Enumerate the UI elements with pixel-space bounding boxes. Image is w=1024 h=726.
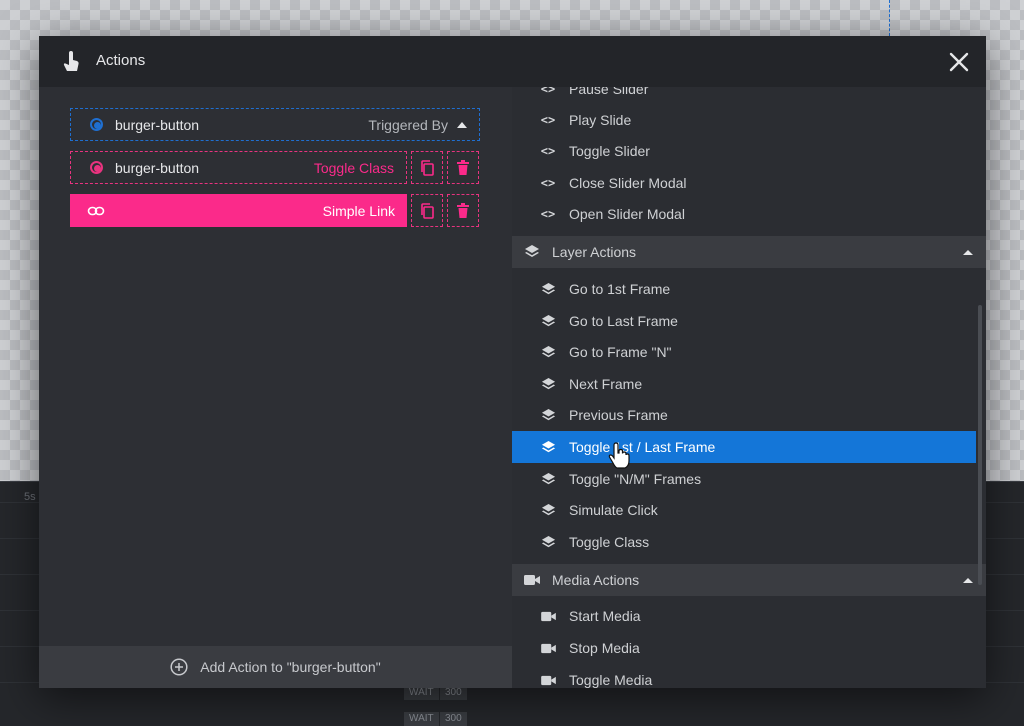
action-item-go-to-last-frame[interactable]: Go to Last Frame [512, 305, 976, 337]
target-dot-icon [90, 161, 103, 174]
code-icon: <> [540, 144, 556, 158]
trash-icon [457, 202, 469, 218]
plus-circle-icon [170, 658, 188, 676]
action-item-label: Stop Media [569, 640, 640, 656]
action-item-label: Toggle Media [569, 672, 653, 688]
action-item-label: Pause Slider [569, 87, 649, 97]
add-action-label: Add Action to "burger-button" [200, 659, 381, 675]
modal-header: Actions [39, 36, 986, 87]
video-camera-icon [540, 675, 556, 685]
action-item-label: Toggle 1st / Last Frame [569, 439, 716, 455]
category-layer-actions[interactable]: Layer Actions [512, 236, 986, 268]
layers-icon [541, 314, 555, 326]
duplicate-button[interactable] [411, 194, 443, 227]
copy-icon [421, 202, 434, 219]
delete-button[interactable] [447, 151, 479, 184]
category-title: Media Actions [552, 572, 640, 588]
action-item-stop-media[interactable]: Stop Media [512, 632, 976, 664]
layers-icon [541, 535, 555, 547]
action-item-previous-frame[interactable]: Previous Frame [512, 399, 976, 431]
layers-icon [541, 282, 555, 294]
action-item-label: Play Slide [569, 112, 632, 128]
layers-icon [525, 245, 539, 257]
layers-icon [541, 345, 555, 357]
action-item-toggle-slider[interactable]: <> Toggle Slider [512, 135, 976, 167]
action-item-play-slide[interactable]: <> Play Slide [512, 104, 976, 136]
toggle-class-row[interactable]: burger-button Toggle Class [70, 151, 407, 184]
add-action-button[interactable]: Add Action to "burger-button" [39, 646, 512, 688]
trash-icon [457, 159, 469, 175]
trigger-dot-icon [90, 118, 103, 131]
action-item-label: Go to Frame "N" [569, 344, 672, 360]
action-item-label: Close Slider Modal [569, 175, 687, 191]
action-item-pause-slider[interactable]: <> Pause Slider [512, 87, 976, 105]
layers-icon [541, 503, 555, 515]
link-icon [87, 206, 105, 215]
action-item-label: Simulate Click [569, 502, 658, 518]
triggered-by-label: Triggered By [368, 116, 448, 133]
code-icon: <> [540, 207, 556, 221]
code-icon: <> [540, 176, 556, 190]
toggle-class-label: Toggle Class [313, 159, 394, 176]
caret-up-icon [963, 249, 973, 255]
layers-icon [541, 408, 555, 420]
action-item-toggle-media[interactable]: Toggle Media [512, 664, 976, 688]
wait-chip: WAIT [404, 686, 439, 700]
action-item-simulate-click[interactable]: Simulate Click [512, 494, 976, 526]
video-camera-icon [540, 611, 556, 621]
caret-up-icon[interactable] [457, 121, 467, 128]
duplicate-button[interactable] [411, 151, 443, 184]
actions-modal: Actions burger-button Triggered By burge… [39, 36, 986, 688]
video-camera-icon [540, 643, 556, 653]
trigger-layer-name: burger-button [115, 116, 200, 133]
action-item-label: Toggle Slider [569, 143, 650, 159]
action-item-toggle-nm-frames[interactable]: Toggle "N/M" Frames [512, 463, 976, 495]
action-item-go-to-1st-frame[interactable]: Go to 1st Frame [512, 273, 976, 305]
layers-icon [541, 472, 555, 484]
action-item-label: Toggle Class [569, 534, 650, 550]
action-item-label: Start Media [569, 608, 641, 624]
wait-value: 300 [440, 712, 467, 726]
action-item-toggle-class[interactable]: Toggle Class [512, 526, 976, 558]
action-item-go-to-frame-n[interactable]: Go to Frame "N" [512, 336, 976, 368]
action-item-label: Go to 1st Frame [569, 281, 671, 297]
wait-chip: WAIT [404, 712, 439, 726]
simple-link-label: Simple Link [322, 202, 395, 219]
action-item-toggle-1st-last-frame[interactable]: Toggle 1st / Last Frame [512, 431, 976, 463]
modal-title: Actions [96, 52, 146, 69]
action-item-label: Go to Last Frame [569, 313, 678, 329]
delete-button[interactable] [447, 194, 479, 227]
action-types-panel: <> Pause Slider <> Play Slide <> Toggle … [512, 87, 986, 688]
actions-list-panel: burger-button Triggered By burger-button… [39, 87, 512, 688]
layers-icon [541, 440, 555, 452]
action-item-label: Open Slider Modal [569, 206, 685, 222]
code-icon: <> [540, 113, 556, 127]
timeline-time-label: 5s [24, 491, 36, 503]
action-item-start-media[interactable]: Start Media [512, 600, 976, 632]
trigger-row[interactable]: burger-button Triggered By [70, 108, 480, 141]
action-item-close-slider-modal[interactable]: <> Close Slider Modal [512, 167, 976, 199]
action-item-next-frame[interactable]: Next Frame [512, 368, 976, 400]
simple-link-row[interactable]: Simple Link [70, 194, 407, 227]
guide-line [889, 0, 890, 36]
action-item-label: Next Frame [569, 376, 643, 392]
action-item-label: Previous Frame [569, 407, 668, 423]
category-title: Layer Actions [552, 244, 637, 260]
layers-icon [541, 377, 555, 389]
copy-icon [421, 159, 434, 176]
pointer-hand-icon [63, 51, 79, 71]
target-layer-name: burger-button [115, 159, 200, 176]
action-item-open-slider-modal[interactable]: <> Open Slider Modal [512, 198, 976, 230]
code-icon: <> [540, 87, 556, 96]
category-media-actions[interactable]: Media Actions [512, 564, 986, 596]
scrollbar[interactable] [978, 305, 982, 585]
caret-up-icon [963, 577, 973, 583]
hand-cursor-icon [608, 442, 630, 469]
wait-value: 300 [440, 686, 467, 700]
close-icon[interactable] [948, 51, 970, 73]
action-item-label: Toggle "N/M" Frames [569, 471, 702, 487]
video-camera-icon [524, 575, 540, 585]
